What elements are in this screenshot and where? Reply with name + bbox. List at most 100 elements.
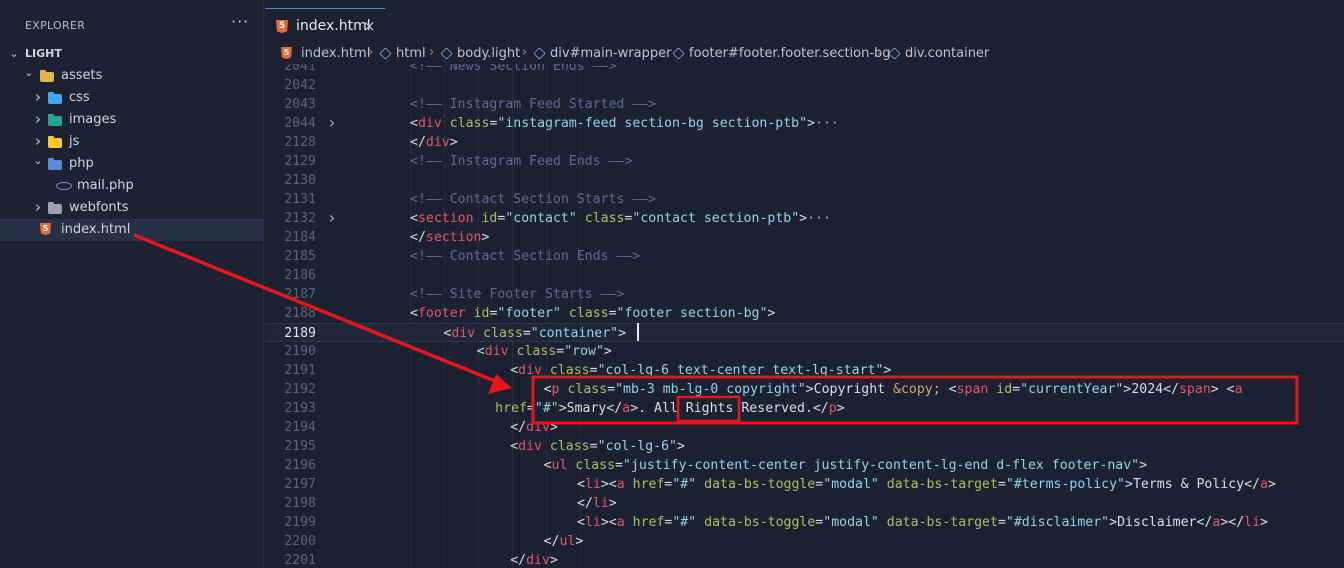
html5-icon: 5 — [276, 20, 288, 33]
breadcrumb-separator-icon: › — [661, 45, 667, 60]
symbol-element-icon — [672, 47, 685, 60]
line-number: 2201 — [284, 553, 316, 568]
chevron-right-icon: › — [35, 198, 41, 216]
breadcrumb-item[interactable]: footer#footer.footer.section-bg — [689, 46, 891, 61]
code-line[interactable]: 2188 <footer id="footer" class="footer se… — [265, 304, 1344, 323]
code-line[interactable]: 2132 › <section id="contact" class="contac… — [265, 209, 1344, 228]
code-line[interactable]: 2192 <p class="mb-3 mb-lg-0 copyright">Co… — [265, 380, 1344, 399]
code-line[interactable]: 2196 <ul class="justify-content-center ju… — [265, 456, 1344, 475]
line-number: 2190 — [284, 344, 316, 359]
code-text: <div class="container"> — [443, 326, 627, 341]
tree-item-label: js — [69, 134, 80, 149]
code-line[interactable]: 2190 <div class="row"> — [265, 342, 1344, 361]
symbol-element-icon — [533, 47, 546, 60]
code-text: </li> — [577, 496, 617, 511]
code-text: </div> — [510, 420, 558, 435]
tree-item-label: assets — [61, 68, 103, 83]
folder-icon — [48, 92, 62, 104]
code-line[interactable]: 2185 <!—— Contact Section Ends ——> — [265, 247, 1344, 266]
code-line[interactable]: 2197 <li><a href="#" data-bs-toggle="moda… — [265, 475, 1344, 494]
html5-icon: 5 — [281, 47, 292, 59]
code-text: <!—— Contact Section Starts ——> — [410, 192, 657, 207]
tree-root-light[interactable]: ⌄ LIGHT — [0, 43, 264, 65]
tree-item-index-html[interactable]: 5 index.html — [0, 219, 264, 241]
line-number: 2186 — [284, 268, 316, 283]
breadcrumb-separator-icon: › — [368, 45, 374, 60]
chevron-right-icon: › — [35, 110, 41, 128]
close-icon[interactable]: × — [363, 17, 376, 35]
tree-item-css[interactable]: › css — [0, 87, 264, 109]
tree-item-php[interactable]: ⌄ php — [0, 153, 264, 175]
code-text: href="#">Smary</a>. All Rights Reserved.… — [495, 401, 845, 416]
code-line[interactable]: 2044 › <div class="instagram-feed section-… — [265, 114, 1344, 133]
code-line[interactable]: 2200 </ul> — [265, 532, 1344, 551]
tree-item-webfonts[interactable]: › webfonts — [0, 197, 264, 219]
code-line[interactable]: 2042 — [265, 76, 1344, 95]
line-number: 2128 — [284, 135, 316, 150]
code-text: <!—— Contact Section Ends ——> — [410, 249, 641, 264]
code-line[interactable]: 2189 <div class="container"> — [265, 323, 1344, 342]
more-actions-icon[interactable]: ··· — [231, 12, 249, 31]
tree-item-images[interactable]: › images — [0, 109, 264, 131]
tree-item-js[interactable]: › js — [0, 131, 264, 153]
code-line[interactable]: 2193 href="#">Smary</a>. All Rights Reser… — [265, 399, 1344, 418]
line-number: 2191 — [284, 363, 316, 378]
code-line[interactable]: 2128 </div> — [265, 133, 1344, 152]
code-line[interactable]: 2187 <!—— Site Footer Starts ——> — [265, 285, 1344, 304]
code-text: <p class="mb-3 mb-lg-0 copyright">Copyri… — [543, 382, 1243, 397]
code-line[interactable]: 2041 <!—— News Section Ends ——> — [265, 64, 1344, 76]
tree-item-mail-php[interactable]: mail.php — [0, 175, 264, 197]
breadcrumb-item[interactable]: div.container — [905, 46, 989, 61]
php-file-icon — [56, 182, 72, 190]
line-number: 2197 — [284, 477, 316, 492]
code-text: <div class="instagram-feed section-bg se… — [410, 116, 839, 131]
code-line[interactable]: 2199 <li><a href="#" data-bs-toggle="moda… — [265, 513, 1344, 532]
explorer-sidebar: EXPLORER ··· ⌄ LIGHT ⌄ assets › css › images ›… — [0, 0, 264, 568]
explorer-title: EXPLORER — [25, 19, 86, 32]
line-number: 2198 — [284, 496, 316, 511]
line-number: 2199 — [284, 515, 316, 530]
breadcrumb-separator-icon: › — [522, 45, 528, 60]
code-text: </ul> — [543, 534, 584, 549]
code-text: <div class="col-lg-6 text-center text-lg… — [510, 363, 892, 378]
tree-item-label: css — [69, 90, 90, 105]
code-line[interactable]: 2191 <div class="col-lg-6 text-center tex… — [265, 361, 1344, 380]
breadcrumb-item[interactable]: body.light — [457, 46, 520, 61]
code-editor[interactable]: 2041 <!—— News Section Ends ——> 2042 2043 <!… — [265, 64, 1344, 568]
chevron-down-icon: ⌄ — [33, 154, 43, 167]
folder-icon — [48, 136, 62, 148]
code-line[interactable]: 2184 </section> — [265, 228, 1344, 247]
folder-open-icon — [40, 70, 54, 82]
line-number: 2194 — [284, 420, 316, 435]
code-line[interactable]: 2186 — [265, 266, 1344, 285]
line-number: 2042 — [284, 78, 316, 93]
line-number: 2131 — [284, 192, 316, 207]
code-line[interactable]: 2198 </li> — [265, 494, 1344, 513]
tree-item-label: webfonts — [69, 200, 129, 215]
code-line[interactable]: 2201 </div> — [265, 551, 1344, 568]
tree-item-assets[interactable]: ⌄ assets — [0, 65, 264, 87]
code-line[interactable]: 2194 </div> — [265, 418, 1344, 437]
tab-index-html[interactable]: 5 index.html × — [265, 8, 385, 44]
fold-chevron-icon[interactable]: › — [327, 209, 337, 226]
code-line[interactable]: 2130 — [265, 171, 1344, 190]
line-number: 2041 — [284, 64, 316, 74]
code-text: <li><a href="#" data-bs-toggle="modal" d… — [577, 515, 1268, 530]
code-line[interactable]: 2131 <!—— Contact Section Starts ——> — [265, 190, 1344, 209]
code-line[interactable]: 2195 <div class="col-lg-6"> — [265, 437, 1344, 456]
line-number: 2132 — [284, 211, 316, 226]
breadcrumb-item[interactable]: html — [396, 46, 426, 61]
breadcrumb-item[interactable]: div#main-wrapper — [550, 46, 671, 61]
code-line[interactable]: 2043 <!—— Instagram Feed Started ——> — [265, 95, 1344, 114]
line-number: 2130 — [284, 173, 316, 188]
fold-chevron-icon[interactable]: › — [327, 114, 337, 131]
code-text: <div class="row"> — [476, 344, 612, 359]
breadcrumb-separator-icon: › — [429, 45, 435, 60]
breadcrumb-item[interactable]: index.html — [301, 46, 370, 61]
editor-tab-bar: 5 index.html × — [265, 0, 1344, 44]
line-number: 2189 — [284, 326, 316, 341]
html5-file-icon: 5 — [40, 223, 51, 235]
code-text: </section> — [410, 230, 490, 245]
code-line[interactable]: 2129 <!—— Instagram Feed Ends ——> — [265, 152, 1344, 171]
tree-item-label: php — [69, 156, 94, 171]
